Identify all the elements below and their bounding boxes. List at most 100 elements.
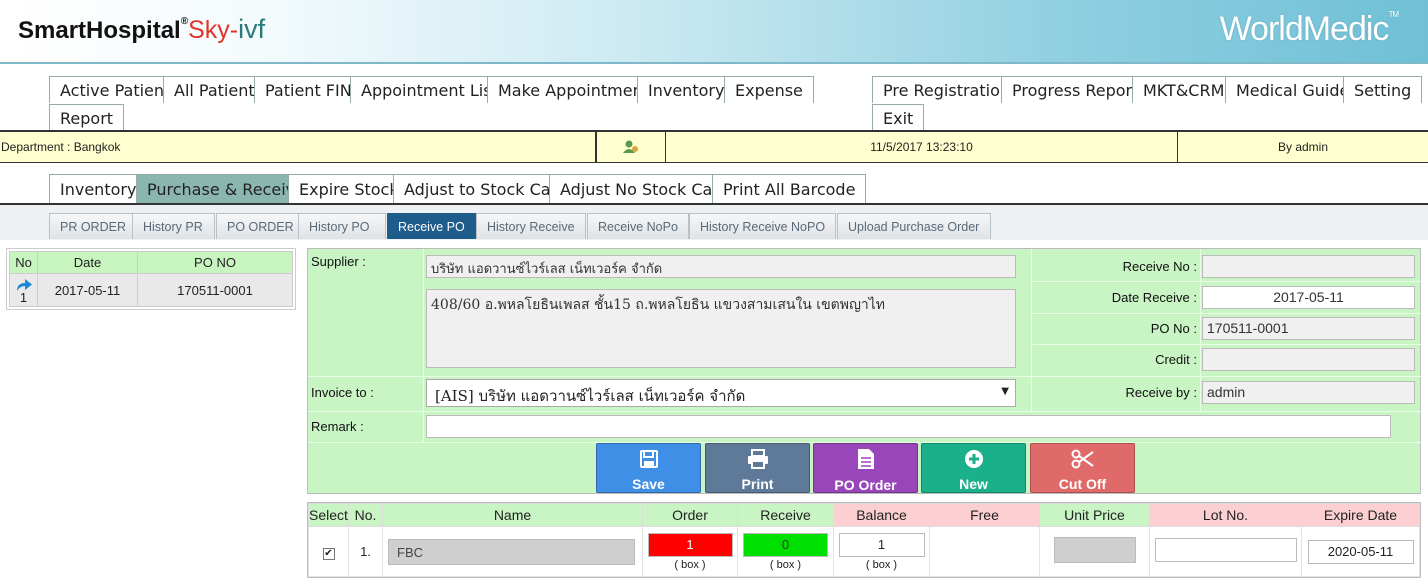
plus-circle-icon (922, 446, 1025, 476)
nav-tab-exit[interactable]: Exit (872, 104, 925, 131)
date-receive-field[interactable]: 2017-05-11 (1202, 286, 1415, 309)
col-order: Order (642, 503, 738, 527)
user-location-icon[interactable] (596, 132, 666, 162)
tab-history-po[interactable]: History PO (298, 213, 386, 239)
form-divider (423, 249, 424, 443)
po-row-no: 1 (19, 289, 28, 305)
col-free: Free (929, 503, 1040, 527)
tab-po-order[interactable]: PO ORDER (216, 213, 305, 239)
document-icon (814, 446, 917, 477)
nav-tab-all-patient[interactable]: All Patient (163, 76, 266, 103)
po-col-no: No (9, 251, 38, 274)
nav-tab-medical-guide[interactable]: Medical Guide (1225, 76, 1361, 103)
form-divider (1031, 344, 1422, 345)
print-button[interactable]: Print (705, 443, 810, 493)
department-label: Department : Bangkok (0, 132, 596, 162)
expire-date-cell: 2020-05-11 (1301, 526, 1420, 577)
items-table: Select No. Name Order Receive Balance Fr… (308, 503, 1420, 577)
lot-no-cell (1149, 526, 1302, 577)
nav-tab-inventory[interactable]: Inventory (637, 76, 736, 103)
nav-tab-patient-fin[interactable]: Patient FIN (254, 76, 363, 103)
row-select-checkbox[interactable]: ✔ (322, 548, 335, 560)
col-expire-date: Expire Date (1301, 503, 1420, 527)
nav-tab-mktandcrm[interactable]: MKT&CRM (1132, 76, 1236, 103)
po-row-pono: 170511-0001 (137, 273, 293, 307)
user-label: By admin (1277, 140, 1329, 154)
remark-input[interactable] (426, 415, 1391, 438)
po-col-pono: PO NO (137, 251, 293, 274)
printer-icon (706, 446, 809, 476)
receive-form: Supplier : บริษัท แอดวานซ์ไวร์เลส เน็ทเว… (307, 248, 1422, 494)
po-no-field[interactable]: 170511-0001 (1202, 317, 1415, 340)
balance-qty-field[interactable]: 1 (838, 532, 925, 557)
po-order-button[interactable]: PO Order (813, 443, 918, 493)
sub-tab-inventory[interactable]: Inventory (49, 174, 148, 203)
form-divider (308, 376, 1422, 377)
supplier-label: Supplier : (311, 254, 366, 269)
select-cell: ✔ (308, 526, 349, 577)
cut-off-button[interactable]: Cut Off (1030, 443, 1135, 493)
datetime-label: 11/5/2017 13:23:10 (666, 132, 1178, 162)
receive-by-field[interactable]: admin (1202, 381, 1415, 404)
balance-cell: 1 ( box ) (833, 526, 930, 577)
po-list-row[interactable]: 1 2017-05-11 170511-0001 (9, 273, 293, 307)
credit-field[interactable] (1202, 348, 1415, 371)
nav-tab-pre-registration[interactable]: Pre Registration (872, 76, 1022, 103)
col-no: No. (348, 503, 383, 527)
tab-receive-nopo[interactable]: Receive NoPo (587, 213, 689, 239)
receive-no-label: Receive No : (1122, 259, 1197, 274)
invoice-label: Invoice to : (311, 385, 374, 400)
form-divider (308, 411, 1422, 412)
lot-no-input[interactable] (1154, 538, 1297, 562)
order-qty-field[interactable]: 1 (647, 532, 733, 557)
receive-no-field[interactable] (1202, 255, 1415, 278)
col-unit-price: Unit Price (1039, 503, 1150, 527)
receive-qty-field[interactable]: 0 (743, 532, 828, 557)
supplier-name-field[interactable]: บริษัท แอดวานซ์ไวร์เลส เน็ทเวอร์ค จำกัด (426, 255, 1016, 278)
invoice-select[interactable]: [AIS] บริษัท แอดวานซ์ไวร์เลส เน็ทเวอร์ค … (426, 379, 1016, 407)
supplier-address-field[interactable]: 408/60 อ.พหลโยธินเพลส ชั้น15 ถ.พหลโยธิน … (426, 289, 1016, 368)
save-icon (597, 446, 700, 476)
app-logo: SmartHospital®Sky-ivf (18, 14, 266, 44)
tab-history-receive[interactable]: History Receive (476, 213, 586, 239)
nav-tab-make-appointment[interactable]: Make Appointment (487, 76, 660, 103)
form-divider (1031, 313, 1422, 314)
receive-unit: ( box ) (769, 558, 802, 571)
credit-label: Credit : (1155, 352, 1197, 367)
row-no: 1. (348, 526, 383, 577)
save-button[interactable]: Save (596, 443, 701, 493)
form-divider (1031, 281, 1422, 282)
unit-price-cell (1039, 526, 1150, 577)
col-receive: Receive (737, 503, 834, 527)
nav-tab-report[interactable]: Report (49, 104, 125, 131)
nav-tab-setting[interactable]: Setting (1343, 76, 1423, 103)
tab-history-pr[interactable]: History PR (132, 213, 215, 239)
tab-upload-purchase-order[interactable]: Upload Purchase Order (837, 213, 991, 239)
col-name: Name (382, 503, 643, 527)
po-col-date: Date (37, 251, 138, 274)
receive-cell: 0 ( box ) (737, 526, 834, 577)
items-panel: Select No. Name Order Receive Balance Fr… (307, 502, 1421, 578)
form-divider (1200, 249, 1201, 411)
table-row: ✔ 1. FBC 1 ( box ) 0 ( box ) 1 ( box ) 2… (308, 526, 1420, 577)
nav-tab-expense[interactable]: Expense (724, 76, 814, 103)
nav-tab-active-patient[interactable]: Active Patient (49, 76, 182, 103)
sub-tab-expire-stock[interactable]: Expire Stock (288, 174, 410, 203)
balance-unit: ( box ) (865, 558, 898, 571)
tab-history-receive-nopo[interactable]: History Receive NoPO (689, 213, 837, 239)
tab-pr-order[interactable]: PR ORDER (49, 213, 137, 239)
col-select: Select (308, 503, 349, 527)
sub-tab-print-all-barcode[interactable]: Print All Barcode (712, 174, 867, 203)
new-button[interactable]: New (921, 443, 1026, 493)
nav-tab-progress-report[interactable]: Progress Report (1001, 76, 1150, 103)
expire-date-input[interactable]: 2020-05-11 (1307, 539, 1414, 564)
po-no-label: PO No : (1150, 321, 1197, 336)
free-cell[interactable] (929, 526, 1040, 577)
order-unit: ( box ) (674, 558, 706, 571)
unit-price-field[interactable] (1053, 537, 1136, 563)
tab-receive-po[interactable]: Receive PO (387, 213, 476, 239)
item-name-field[interactable]: FBC (388, 538, 635, 565)
nav-tab-appointment-list[interactable]: Appointment List (350, 76, 509, 103)
po-row-no-cell[interactable]: 1 (9, 273, 38, 307)
name-cell: FBC (382, 526, 643, 577)
